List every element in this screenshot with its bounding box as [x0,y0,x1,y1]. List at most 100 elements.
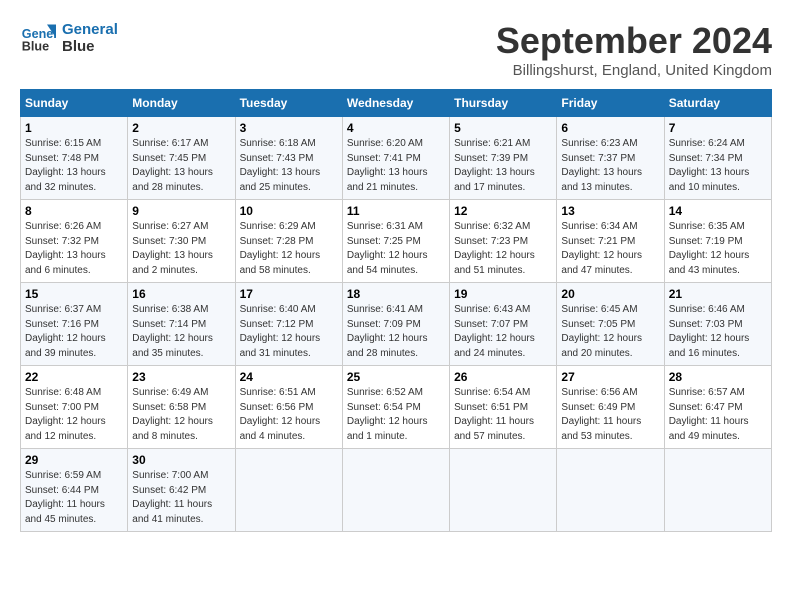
day-number: 23 [132,370,230,384]
header-cell-saturday: Saturday [664,90,771,117]
week-row-3: 15 Sunrise: 6:37 AM Sunset: 7:16 PM Dayli… [21,283,772,366]
day-info: Sunrise: 6:24 AM Sunset: 7:34 PM Dayligh… [669,137,767,195]
day-number: 12 [454,204,552,218]
header-cell-friday: Friday [557,90,664,117]
day-cell [557,449,664,532]
header-cell-monday: Monday [128,90,235,117]
day-info: Sunrise: 6:32 AM Sunset: 7:23 PM Dayligh… [454,220,552,278]
day-number: 25 [347,370,445,384]
day-cell: 18 Sunrise: 6:41 AM Sunset: 7:09 PM Dayli… [342,283,449,366]
week-row-2: 8Sunrise: 6:26 AM Sunset: 7:32 PM Daylig… [21,200,772,283]
day-number: 13 [561,204,659,218]
header-cell-wednesday: Wednesday [342,90,449,117]
day-number: 5 [454,121,552,135]
day-info: Sunrise: 6:17 AM Sunset: 7:45 PM Dayligh… [132,137,230,195]
day-cell: 8Sunrise: 6:26 AM Sunset: 7:32 PM Daylig… [21,200,128,283]
day-info: Sunrise: 6:59 AM Sunset: 6:44 PM Dayligh… [25,469,123,527]
page-header: General Blue General Blue September 2024… [20,20,772,79]
logo-general: General [62,21,118,38]
header-cell-sunday: Sunday [21,90,128,117]
day-cell: 11Sunrise: 6:31 AM Sunset: 7:25 PM Dayli… [342,200,449,283]
day-number: 10 [240,204,338,218]
day-number: 27 [561,370,659,384]
day-info: Sunrise: 6:54 AM Sunset: 6:51 PM Dayligh… [454,386,552,444]
day-cell: 1Sunrise: 6:15 AM Sunset: 7:48 PM Daylig… [21,117,128,200]
header-cell-thursday: Thursday [450,90,557,117]
day-cell: 27 Sunrise: 6:56 AM Sunset: 6:49 PM Dayli… [557,366,664,449]
day-cell: 10 Sunrise: 6:29 AM Sunset: 7:28 PM Dayli… [235,200,342,283]
day-number: 19 [454,287,552,301]
day-number: 8 [25,204,123,218]
day-info: Sunrise: 6:57 AM Sunset: 6:47 PM Dayligh… [669,386,767,444]
calendar-body: 1Sunrise: 6:15 AM Sunset: 7:48 PM Daylig… [21,117,772,532]
svg-text:Blue: Blue [22,40,49,54]
day-cell: 13 Sunrise: 6:34 AM Sunset: 7:21 PM Dayli… [557,200,664,283]
day-cell: 15 Sunrise: 6:37 AM Sunset: 7:16 PM Dayli… [21,283,128,366]
day-cell: 23 Sunrise: 6:49 AM Sunset: 6:58 PM Dayli… [128,366,235,449]
day-cell: 24Sunrise: 6:51 AM Sunset: 6:56 PM Dayli… [235,366,342,449]
week-row-4: 22Sunrise: 6:48 AM Sunset: 7:00 PM Dayli… [21,366,772,449]
day-info: Sunrise: 6:15 AM Sunset: 7:48 PM Dayligh… [25,137,123,195]
day-cell: 5 Sunrise: 6:21 AM Sunset: 7:39 PM Daylig… [450,117,557,200]
day-number: 26 [454,370,552,384]
day-number: 9 [132,204,230,218]
header-row: SundayMondayTuesdayWednesdayThursdayFrid… [21,90,772,117]
day-cell: 17Sunrise: 6:40 AM Sunset: 7:12 PM Dayli… [235,283,342,366]
day-cell [450,449,557,532]
logo-blue: Blue [62,38,118,55]
day-number: 24 [240,370,338,384]
day-cell [235,449,342,532]
day-info: Sunrise: 6:48 AM Sunset: 7:00 PM Dayligh… [25,386,123,444]
day-number: 3 [240,121,338,135]
day-number: 21 [669,287,767,301]
day-cell: 29 Sunrise: 6:59 AM Sunset: 6:44 PM Dayli… [21,449,128,532]
day-cell: 28 Sunrise: 6:57 AM Sunset: 6:47 PM Dayli… [664,366,771,449]
day-cell: 3 Sunrise: 6:18 AM Sunset: 7:43 PM Daylig… [235,117,342,200]
day-number: 28 [669,370,767,384]
day-info: Sunrise: 6:52 AM Sunset: 6:54 PM Dayligh… [347,386,445,444]
day-number: 20 [561,287,659,301]
logo: General Blue General Blue [20,20,118,56]
day-cell: 22Sunrise: 6:48 AM Sunset: 7:00 PM Dayli… [21,366,128,449]
day-info: Sunrise: 6:23 AM Sunset: 7:37 PM Dayligh… [561,137,659,195]
day-cell: 12 Sunrise: 6:32 AM Sunset: 7:23 PM Dayli… [450,200,557,283]
day-number: 7 [669,121,767,135]
day-cell: 4Sunrise: 6:20 AM Sunset: 7:41 PM Daylig… [342,117,449,200]
day-info: Sunrise: 6:56 AM Sunset: 6:49 PM Dayligh… [561,386,659,444]
day-cell: 26 Sunrise: 6:54 AM Sunset: 6:51 PM Dayli… [450,366,557,449]
day-info: Sunrise: 6:49 AM Sunset: 6:58 PM Dayligh… [132,386,230,444]
day-info: Sunrise: 6:34 AM Sunset: 7:21 PM Dayligh… [561,220,659,278]
day-cell: 30Sunrise: 7:00 AM Sunset: 6:42 PM Dayli… [128,449,235,532]
week-row-1: 1Sunrise: 6:15 AM Sunset: 7:48 PM Daylig… [21,117,772,200]
day-info: Sunrise: 6:29 AM Sunset: 7:28 PM Dayligh… [240,220,338,278]
day-cell: 6Sunrise: 6:23 AM Sunset: 7:37 PM Daylig… [557,117,664,200]
location: Billingshurst, England, United Kingdom [496,62,772,79]
day-info: Sunrise: 6:35 AM Sunset: 7:19 PM Dayligh… [669,220,767,278]
day-number: 15 [25,287,123,301]
day-cell: 20 Sunrise: 6:45 AM Sunset: 7:05 PM Dayli… [557,283,664,366]
week-row-5: 29 Sunrise: 6:59 AM Sunset: 6:44 PM Dayli… [21,449,772,532]
day-cell: 19Sunrise: 6:43 AM Sunset: 7:07 PM Dayli… [450,283,557,366]
day-cell: 14Sunrise: 6:35 AM Sunset: 7:19 PM Dayli… [664,200,771,283]
calendar-table: SundayMondayTuesdayWednesdayThursdayFrid… [20,89,772,532]
day-cell: 25 Sunrise: 6:52 AM Sunset: 6:54 PM Dayli… [342,366,449,449]
day-number: 29 [25,453,123,467]
day-info: Sunrise: 7:00 AM Sunset: 6:42 PM Dayligh… [132,469,230,527]
day-cell [342,449,449,532]
month-title: September 2024 [496,20,772,62]
day-info: Sunrise: 6:20 AM Sunset: 7:41 PM Dayligh… [347,137,445,195]
day-number: 2 [132,121,230,135]
day-number: 11 [347,204,445,218]
day-info: Sunrise: 6:45 AM Sunset: 7:05 PM Dayligh… [561,303,659,361]
day-info: Sunrise: 6:21 AM Sunset: 7:39 PM Dayligh… [454,137,552,195]
day-info: Sunrise: 6:38 AM Sunset: 7:14 PM Dayligh… [132,303,230,361]
day-info: Sunrise: 6:41 AM Sunset: 7:09 PM Dayligh… [347,303,445,361]
day-number: 18 [347,287,445,301]
day-info: Sunrise: 6:37 AM Sunset: 7:16 PM Dayligh… [25,303,123,361]
day-info: Sunrise: 6:18 AM Sunset: 7:43 PM Dayligh… [240,137,338,195]
day-info: Sunrise: 6:46 AM Sunset: 7:03 PM Dayligh… [669,303,767,361]
day-number: 16 [132,287,230,301]
title-block: September 2024 Billingshurst, England, U… [496,20,772,79]
calendar-header: SundayMondayTuesdayWednesdayThursdayFrid… [21,90,772,117]
day-cell: 2 Sunrise: 6:17 AM Sunset: 7:45 PM Daylig… [128,117,235,200]
